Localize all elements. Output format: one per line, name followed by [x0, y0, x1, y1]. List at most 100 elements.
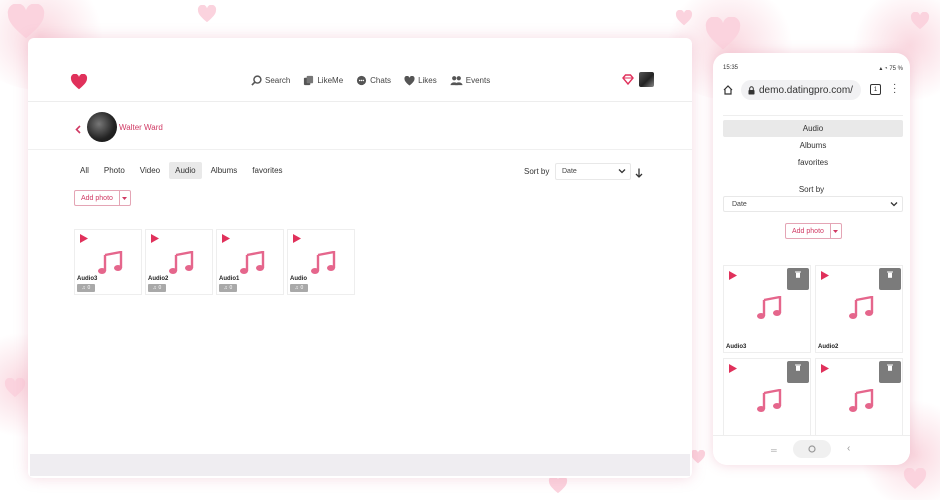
back-icon[interactable]: ‹: [847, 443, 850, 454]
music-note-icon: [98, 251, 123, 274]
nav-events-label: Events: [465, 76, 491, 85]
play-icon[interactable]: [222, 234, 230, 243]
browser-menu-icon[interactable]: · · ·: [893, 80, 896, 98]
nav-likeme[interactable]: LikeMe: [303, 75, 343, 86]
user-avatar-small[interactable]: [639, 72, 654, 87]
mobile-audio-card[interactable]: [815, 358, 903, 446]
music-note-icon: [169, 251, 194, 274]
play-icon[interactable]: [821, 364, 829, 373]
audio-card[interactable]: Audio1 ♫ 0: [216, 229, 284, 295]
heart-decoration-icon: [6, 4, 46, 40]
heart-decoration-icon: [548, 476, 568, 494]
nav-likeme-label: LikeMe: [317, 76, 344, 85]
mobile-audio-card[interactable]: Audio3: [723, 265, 811, 353]
play-icon[interactable]: [729, 364, 737, 373]
audio-title: Audio3: [77, 276, 98, 282]
mobile-sort-select[interactable]: Date: [723, 196, 903, 212]
note-small-icon: ♫: [81, 285, 86, 291]
back-chevron-icon[interactable]: [75, 121, 81, 139]
heart-decoration-icon: [197, 5, 217, 23]
trash-icon: [795, 364, 801, 371]
audio-card[interactable]: Audio3 ♫ 0: [74, 229, 142, 295]
sort-label: Sort by: [524, 167, 550, 176]
nav-search[interactable]: Search: [251, 75, 290, 86]
mobile-add-photo-button[interactable]: Add photo: [785, 223, 842, 239]
caret-down-icon: [122, 196, 128, 200]
android-nav-bar: ═ ‹: [713, 435, 910, 465]
heart-icon: [404, 75, 415, 86]
user-name-link[interactable]: Walter Ward: [119, 123, 163, 132]
nav-events[interactable]: Events: [450, 75, 490, 86]
desktop-header: [28, 38, 692, 102]
home-icon[interactable]: [723, 85, 733, 95]
mobile-audio-card[interactable]: [723, 358, 811, 446]
audio-card[interactable]: Audio2 ♫ 0: [145, 229, 213, 295]
music-note-icon: [757, 389, 782, 412]
trash-icon: [887, 271, 893, 278]
mobile-add-photo-label: Add photo: [792, 228, 824, 235]
add-photo-button[interactable]: Add photo: [74, 190, 131, 206]
mobile-sort-value: Date: [732, 201, 747, 208]
logo-heart-icon[interactable]: [70, 73, 88, 95]
music-note-icon: [849, 389, 874, 412]
browser-tabs-button[interactable]: 1: [870, 84, 881, 95]
play-icon[interactable]: [293, 234, 301, 243]
tab-audio[interactable]: Audio: [169, 162, 202, 179]
trash-icon: [887, 364, 893, 371]
diamond-icon[interactable]: [622, 74, 634, 85]
music-note-icon: [757, 296, 782, 319]
add-photo-dropdown-toggle[interactable]: [118, 191, 130, 205]
user-avatar[interactable]: [87, 112, 117, 142]
audio-count: 0: [229, 285, 233, 291]
play-icon[interactable]: [821, 271, 829, 280]
lock-icon: [748, 85, 755, 94]
mobile-tab-favorites[interactable]: favorites: [723, 154, 903, 171]
url-field[interactable]: demo.datingpro.com/: [741, 80, 861, 100]
mobile-tab-audio[interactable]: Audio: [723, 120, 903, 137]
desktop-window: Search LikeMe Chats Likes Events Walter …: [28, 38, 692, 478]
nav-likes[interactable]: Likes: [404, 75, 437, 86]
nav-chats[interactable]: Chats: [356, 75, 391, 86]
tab-video[interactable]: Video: [134, 162, 166, 179]
play-icon[interactable]: [729, 271, 737, 280]
mobile-media-menu: Audio Albums favorites: [723, 120, 903, 171]
audio-title: Audio1: [219, 276, 240, 282]
mobile-tab-albums[interactable]: Albums: [723, 137, 903, 154]
divider: [723, 115, 903, 116]
signal-icon: ▴ ◔: [879, 66, 890, 72]
audio-count: 0: [87, 285, 91, 291]
tab-photo[interactable]: Photo: [98, 162, 131, 179]
sort-select[interactable]: Date: [555, 163, 631, 180]
main-nav: Search LikeMe Chats Likes Events: [251, 75, 490, 86]
music-note-icon: [240, 251, 265, 274]
tab-albums[interactable]: Albums: [205, 162, 244, 179]
chat-icon: [357, 75, 367, 86]
delete-button[interactable]: [879, 268, 901, 290]
delete-button[interactable]: [787, 268, 809, 290]
mobile-audio-card[interactable]: Audio2: [815, 265, 903, 353]
tab-favorites[interactable]: favorites: [246, 162, 288, 179]
recent-apps-icon[interactable]: ═: [771, 446, 777, 455]
home-button[interactable]: [793, 440, 831, 458]
mobile-add-photo-dropdown-toggle[interactable]: [829, 224, 841, 238]
music-note-icon: [311, 251, 336, 274]
status-time: 15:35: [723, 65, 739, 71]
tab-all[interactable]: All: [74, 162, 95, 179]
play-icon[interactable]: [151, 234, 159, 243]
audio-count-badge: ♫ 0: [219, 284, 237, 292]
sort-direction-arrow-icon[interactable]: [635, 165, 643, 183]
play-icon[interactable]: [80, 234, 88, 243]
audio-card[interactable]: Audio ♫ 0: [287, 229, 355, 295]
heart-decoration-icon: [704, 17, 742, 51]
note-small-icon: ♫: [152, 285, 157, 291]
desktop-footer: [30, 454, 690, 476]
delete-button[interactable]: [879, 361, 901, 383]
media-tabs: All Photo Video Audio Albums favorites: [74, 162, 289, 179]
nav-chats-label: Chats: [370, 76, 392, 85]
delete-button[interactable]: [787, 361, 809, 383]
audio-title: Audio3: [726, 344, 747, 350]
browser-url-bar: demo.datingpro.com/ 1 · · ·: [713, 77, 910, 103]
home-circle-icon: [808, 445, 816, 453]
heart-decoration-icon: [675, 10, 693, 26]
status-icons: ▴ ◔ 75 %: [879, 65, 903, 72]
